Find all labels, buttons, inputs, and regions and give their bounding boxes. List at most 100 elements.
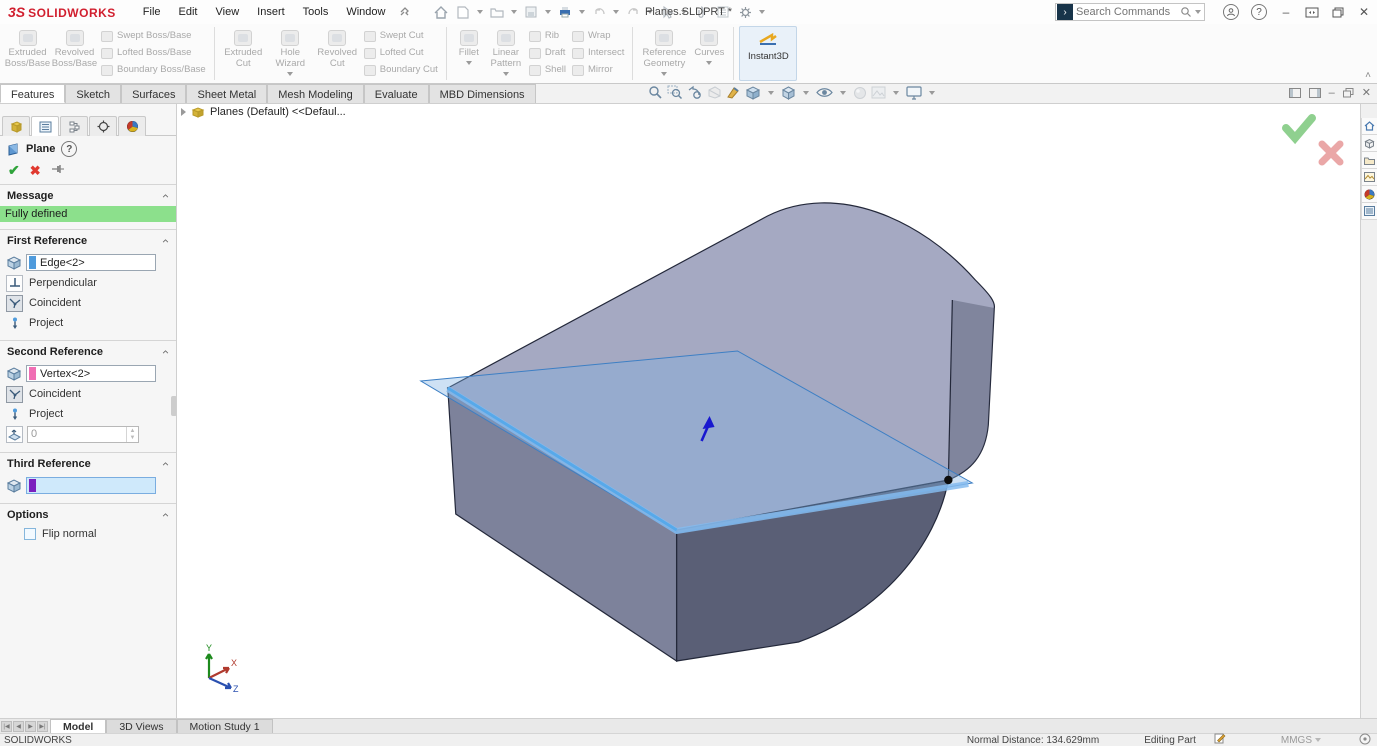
save-caret[interactable] (545, 10, 551, 14)
close-button[interactable]: ✕ (1351, 2, 1377, 22)
tab-dimxpert-manager[interactable] (89, 116, 117, 136)
tab-features[interactable]: Features (0, 84, 65, 103)
display-style-icon[interactable] (781, 85, 796, 100)
new-doc-icon[interactable] (453, 3, 473, 21)
open-caret[interactable] (511, 10, 517, 14)
view-settings-caret[interactable] (929, 91, 935, 95)
second-reference-header[interactable]: Second Reference (0, 341, 176, 362)
zoom-area-icon[interactable] (667, 85, 683, 100)
edit-appearance-icon[interactable] (853, 86, 867, 100)
select-icon[interactable] (657, 3, 677, 21)
section-view-icon[interactable] (707, 85, 722, 100)
attach-icon[interactable] (691, 3, 711, 21)
scroll-first-icon[interactable]: |◀ (1, 721, 12, 732)
doc-close-icon[interactable]: ✕ (1362, 86, 1371, 99)
second-reference-field[interactable]: Vertex<2> (26, 365, 156, 382)
spin-up-icon[interactable]: ▲ (127, 427, 138, 435)
select-caret[interactable] (681, 10, 687, 14)
coincident-option-2[interactable]: Coincident (0, 384, 176, 404)
hole-wizard-button[interactable]: Hole Wizard (267, 26, 314, 81)
boundary-cut-button[interactable]: Boundary Cut (364, 64, 438, 78)
tab-sketch[interactable]: Sketch (65, 84, 121, 103)
shell-button[interactable]: Shell (529, 64, 566, 78)
instant3d-button[interactable]: Instant3D (739, 26, 797, 81)
hole-wizard-caret[interactable] (287, 72, 293, 76)
message-section-header[interactable]: Message (0, 185, 176, 206)
third-reference-field[interactable] (26, 477, 156, 494)
search-caret[interactable] (1195, 10, 1201, 14)
confirm-cancel-icon[interactable] (1322, 144, 1340, 162)
units-caret[interactable] (1315, 738, 1321, 742)
curves-button[interactable]: Curves (690, 26, 728, 81)
display-style-caret[interactable] (803, 91, 809, 95)
undo-caret[interactable] (613, 10, 619, 14)
offset-distance-input[interactable]: 0 ▲▼ (27, 426, 139, 443)
swept-boss-base-button[interactable]: Swept Boss/Base (101, 30, 206, 44)
first-reference-header[interactable]: First Reference (0, 230, 176, 251)
scroll-right-icon[interactable]: ▶ (25, 721, 36, 732)
help-icon[interactable]: ? (1251, 4, 1267, 20)
properties-list-icon[interactable] (713, 3, 733, 21)
lofted-boss-base-button[interactable]: Lofted Boss/Base (101, 47, 206, 61)
design-library-icon[interactable] (1361, 135, 1377, 152)
linear-pattern-button[interactable]: Linear Pattern (486, 26, 526, 81)
fillet-button[interactable]: Fillet (452, 26, 486, 81)
doc-restore-icon[interactable] (1343, 88, 1354, 98)
search-commands-box[interactable]: › (1055, 3, 1205, 21)
project-option[interactable]: Project (0, 313, 176, 333)
menu-file[interactable]: File (134, 2, 170, 22)
redo-caret[interactable] (647, 10, 653, 14)
status-units[interactable]: MMGS (1281, 735, 1312, 746)
search-icon[interactable] (1180, 6, 1192, 18)
tab-surfaces[interactable]: Surfaces (121, 84, 186, 103)
tab-sheet-metal[interactable]: Sheet Metal (186, 84, 267, 103)
intersect-button[interactable]: Intersect (572, 47, 624, 61)
tag-icon[interactable] (1359, 733, 1371, 748)
swept-cut-button[interactable]: Swept Cut (364, 30, 438, 44)
tab-model[interactable]: Model (50, 719, 106, 733)
cancel-button[interactable]: ✖ (30, 163, 41, 179)
home-icon[interactable] (431, 3, 451, 21)
print-icon[interactable] (555, 3, 575, 21)
lofted-cut-button[interactable]: Lofted Cut (364, 47, 438, 61)
tab-motion-study[interactable]: Motion Study 1 (177, 719, 273, 733)
draft-button[interactable]: Draft (529, 47, 566, 61)
dynamic-annotation-icon[interactable] (726, 85, 741, 100)
hide-show-icon[interactable] (816, 86, 833, 99)
revolved-boss-base-button[interactable]: Revolved Boss/Base (51, 26, 98, 81)
redo-icon[interactable] (623, 3, 643, 21)
tab-configuration-manager[interactable] (60, 116, 88, 136)
reference-geometry-caret[interactable] (661, 72, 667, 76)
curves-caret[interactable] (706, 61, 712, 65)
boundary-boss-base-button[interactable]: Boundary Boss/Base (101, 64, 206, 78)
revolved-cut-button[interactable]: Revolved Cut (314, 26, 361, 81)
wrap-button[interactable]: Wrap (572, 30, 624, 44)
flip-normal-checkbox[interactable] (24, 528, 36, 540)
menu-view[interactable]: View (207, 2, 249, 22)
third-reference-header[interactable]: Third Reference (0, 453, 176, 474)
menu-edit[interactable]: Edit (170, 2, 207, 22)
linear-pattern-caret[interactable] (503, 72, 509, 76)
apply-scene-icon[interactable] (871, 86, 886, 99)
tab-feature-manager[interactable] (2, 116, 30, 136)
tree-root-label[interactable]: Planes (Default) <<Defaul... (210, 106, 346, 118)
open-icon[interactable] (487, 3, 507, 21)
tree-expand-arrow-icon[interactable] (181, 108, 186, 116)
pm-help-icon[interactable]: ? (61, 141, 77, 157)
hide-show-caret[interactable] (840, 91, 846, 95)
account-icon[interactable] (1223, 4, 1239, 20)
restore-button[interactable] (1325, 2, 1351, 22)
doc-minimize-icon[interactable]: – (1329, 87, 1335, 99)
view-orientation-icon[interactable] (745, 85, 761, 100)
view-palette-icon[interactable] (1361, 169, 1377, 186)
tab-3d-views[interactable]: 3D Views (106, 719, 176, 733)
keep-visible-pin-icon[interactable] (51, 164, 66, 177)
options-header[interactable]: Options (0, 504, 176, 525)
extruded-boss-base-button[interactable]: Extruded Boss/Base (4, 26, 51, 81)
options-gear-icon[interactable] (735, 3, 755, 21)
offset-spinner[interactable]: ▲▼ (126, 427, 138, 442)
feature-tree-flyout[interactable]: Planes (Default) <<Defaul... (181, 106, 346, 118)
show-pane-right-icon[interactable] (1309, 88, 1321, 98)
undo-icon[interactable] (589, 3, 609, 21)
extruded-cut-button[interactable]: Extruded Cut (220, 26, 267, 81)
